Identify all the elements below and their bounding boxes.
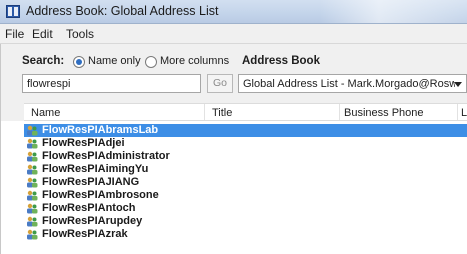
list-item-name: FlowResPIAmbrosone — [42, 189, 159, 201]
list-item-name: FlowResPIAdministrator — [42, 150, 170, 162]
column-header-business-phone[interactable]: Business Phone — [344, 107, 424, 119]
list-item[interactable]: FlowResPIAdjei — [24, 137, 467, 150]
contact-group-icon — [27, 216, 38, 227]
menu-bar: File Edit Tools — [0, 24, 467, 44]
list-item-name: FlowResPIAimingYu — [42, 163, 149, 175]
list-item-name: FlowResPIAbramsLab — [42, 124, 159, 136]
list-item[interactable]: FlowResPIAdministrator — [24, 150, 467, 163]
search-input[interactable] — [22, 74, 201, 93]
column-divider[interactable] — [457, 104, 458, 120]
window-titlebar: Address Book: Global Address List — [0, 0, 467, 24]
list-item-name: FlowResPIAJIANG — [42, 176, 140, 188]
contact-group-icon — [27, 151, 38, 162]
list-item-name: FlowResPIAntoch — [42, 202, 136, 214]
search-label: Search: — [22, 55, 65, 67]
chevron-down-icon[interactable] — [454, 82, 462, 87]
more-columns-radio[interactable] — [145, 56, 157, 68]
list-item[interactable]: FlowResPIAJIANG — [24, 176, 467, 189]
menu-tools[interactable]: Tools — [66, 27, 94, 41]
address-book-label: Address Book — [242, 55, 320, 67]
contact-group-icon — [27, 190, 38, 201]
column-header-location[interactable]: L — [461, 107, 467, 119]
list-item-name: FlowResPIArupdey — [42, 215, 143, 227]
column-divider[interactable] — [339, 104, 340, 120]
more-columns-label[interactable]: More columns — [160, 55, 229, 67]
list-item[interactable]: FlowResPIArupdey — [24, 215, 467, 228]
contact-group-icon — [27, 203, 38, 214]
window-title: Address Book: Global Address List — [26, 4, 219, 18]
titlebar-glare — [320, 0, 467, 23]
name-only-radio[interactable] — [73, 56, 85, 68]
contact-group-icon — [27, 125, 38, 136]
name-only-label[interactable]: Name only — [88, 55, 141, 67]
contact-group-icon — [27, 177, 38, 188]
contact-group-icon — [27, 138, 38, 149]
menu-file[interactable]: File — [5, 27, 24, 41]
list-item-name: FlowResPIAzrak — [42, 228, 128, 240]
contact-group-icon — [27, 229, 38, 240]
menu-edit[interactable]: Edit — [32, 27, 53, 41]
contact-group-icon — [27, 164, 38, 175]
list-item[interactable]: FlowResPIAimingYu — [24, 163, 467, 176]
column-header-title[interactable]: Title — [212, 107, 232, 119]
list-item[interactable]: FlowResPIAbramsLab — [24, 124, 467, 137]
list-item-name: FlowResPIAdjei — [42, 137, 125, 149]
list-item[interactable]: FlowResPIAmbrosone — [24, 189, 467, 202]
results-column-header: Name Title Business Phone L — [24, 103, 467, 121]
address-book-selected-value: Global Address List - Mark.Morgado@Roswe… — [243, 78, 455, 90]
list-item[interactable]: FlowResPIAzrak — [24, 228, 467, 241]
list-item[interactable]: FlowResPIAntoch — [24, 202, 467, 215]
column-divider[interactable] — [204, 104, 205, 120]
address-book-select[interactable]: Global Address List - Mark.Morgado@Roswe… — [238, 74, 467, 93]
address-book-icon — [6, 5, 20, 18]
go-button[interactable]: Go — [207, 74, 233, 93]
column-header-name[interactable]: Name — [31, 107, 60, 119]
results-list[interactable]: FlowResPIAbramsLab FlowResPIAdjei FlowRe… — [24, 121, 467, 254]
window-left-edge — [0, 44, 1, 254]
